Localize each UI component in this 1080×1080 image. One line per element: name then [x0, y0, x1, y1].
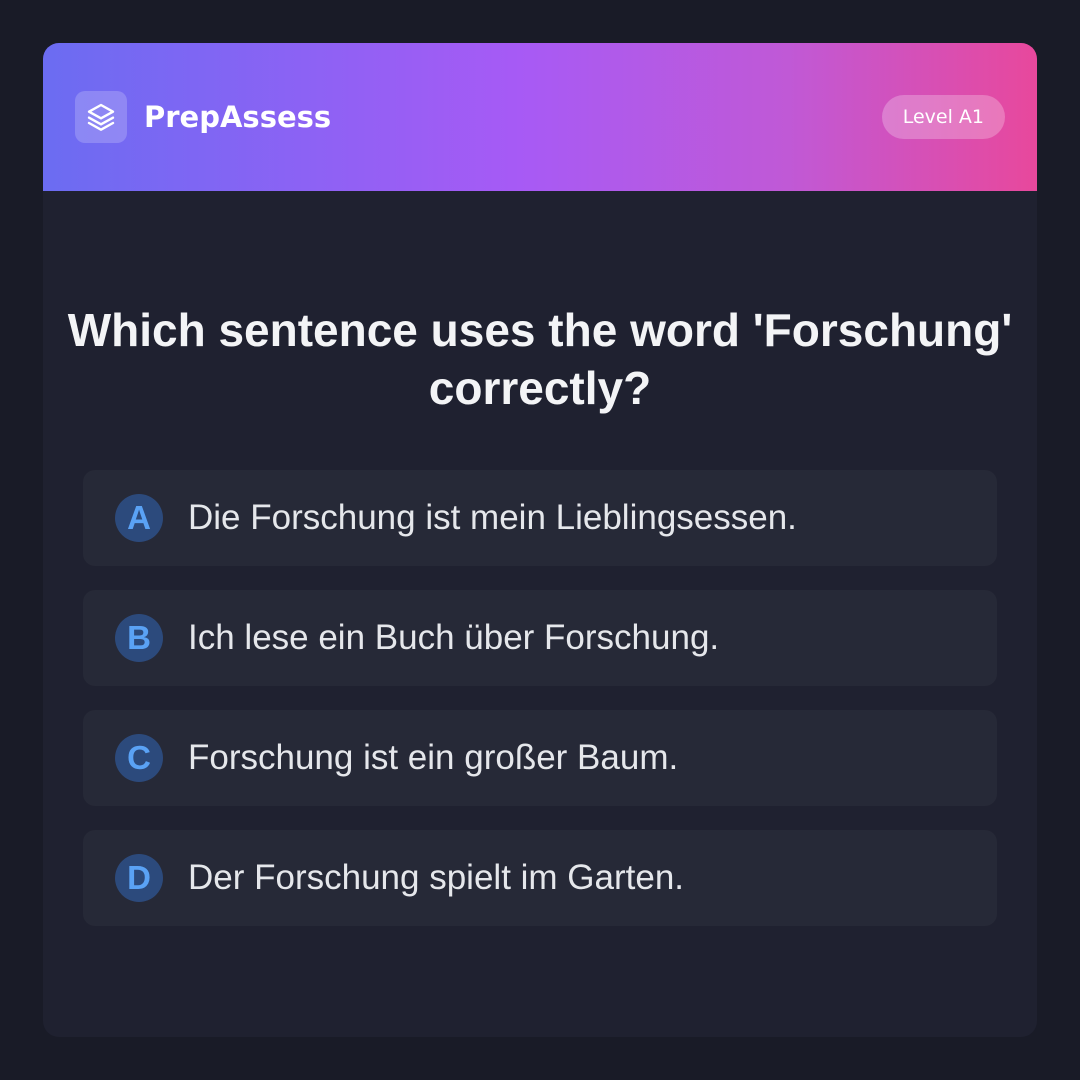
quiz-header: PrepAssess Level A1: [43, 43, 1037, 191]
quiz-card: PrepAssess Level A1 Which sentence uses …: [43, 43, 1037, 1037]
option-text: Der Forschung spielt im Garten.: [188, 858, 685, 897]
option-text: Ich lese ein Buch über Forschung.: [188, 618, 720, 657]
option-letter-badge: A: [115, 494, 163, 542]
question-text: Which sentence uses the word 'Forschung'…: [67, 304, 1013, 414]
option-text: Die Forschung ist mein Lieblingsessen.: [188, 498, 797, 537]
layers-icon: [87, 103, 115, 131]
logo: [75, 91, 127, 143]
option-a[interactable]: A Die Forschung ist mein Lieblingsessen.: [83, 470, 997, 566]
option-d[interactable]: D Der Forschung spielt im Garten.: [83, 830, 997, 926]
level-badge: Level A1: [881, 95, 1005, 139]
brand-name: PrepAssess: [144, 100, 332, 134]
option-letter-badge: B: [115, 614, 163, 662]
option-c[interactable]: C Forschung ist ein großer Baum.: [83, 710, 997, 806]
option-b[interactable]: B Ich lese ein Buch über Forschung.: [83, 590, 997, 686]
option-letter-badge: D: [115, 854, 163, 902]
option-text: Forschung ist ein großer Baum.: [188, 738, 679, 777]
option-letter-badge: C: [115, 734, 163, 782]
answer-options: A Die Forschung ist mein Lieblingsessen.…: [83, 470, 997, 950]
